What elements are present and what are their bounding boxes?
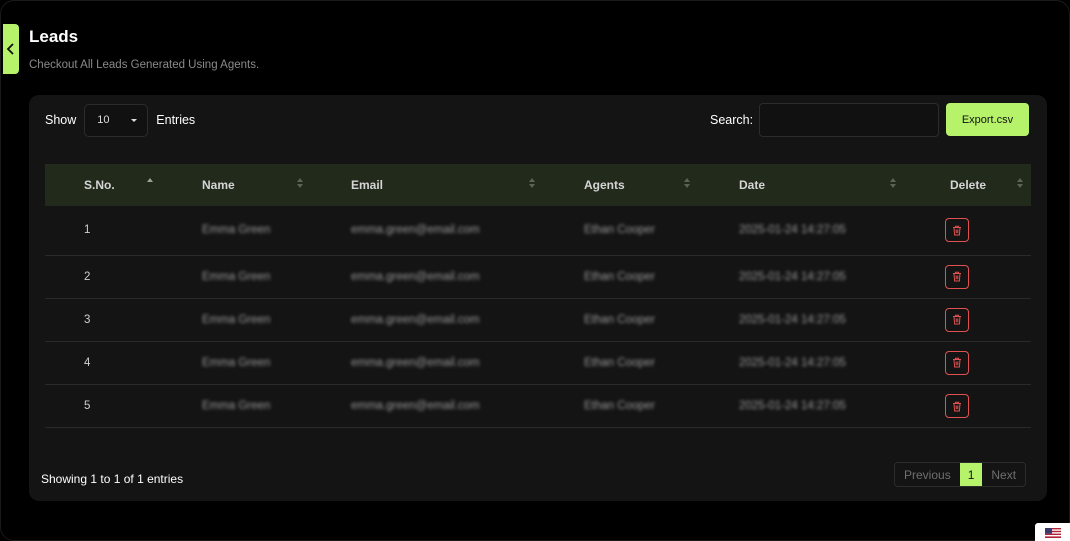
table-row: 2 Emma Green emma.green@email.com Ethan Coo… [45,255,1031,299]
table-header-row: S.No. Name Email Agents Date Delete [45,164,1031,206]
cell-date: 2025-01-24 14:27:05 [739,270,846,283]
column-header-label: Delete [950,178,987,192]
cell-date: 2025-01-24 14:27:05 [739,224,846,237]
cell-agent: Ethan Cooper [584,224,655,237]
cell-delete [945,206,1031,255]
column-header-label: S.No. [84,178,115,192]
sort-icon [147,178,153,188]
previous-page-button[interactable]: Previous [895,463,960,486]
sort-icon [684,178,690,188]
cell-sno: 4 [84,356,91,369]
delete-lead-button[interactable] [945,394,969,419]
delete-lead-button[interactable] [945,218,969,243]
page-title: Leads [29,27,79,46]
cell-delete [945,385,1031,428]
cell-delete [945,298,1031,341]
cell-agent: Ethan Cooper [584,270,655,283]
trash-icon [953,271,961,282]
page-subtitle: Checkout All Leads Generated Using Agent… [29,59,260,71]
leads-table-wrapper: S.No. Name Email Agents Date Delete 1 Em… [45,164,1031,428]
delete-lead-button[interactable] [945,350,969,375]
caret-down-icon [131,118,138,122]
trash-icon [953,314,961,325]
sort-icon [297,178,303,188]
column-header-label: Agents [584,178,625,192]
cell-name: Emma Green [202,313,271,326]
table-row: 1 Emma Green emma.green@email.com Ethan Coo… [45,206,1031,255]
cell-sno: 5 [84,400,91,413]
leads-table: S.No. Name Email Agents Date Delete 1 Em… [45,164,1031,428]
column-header-delete[interactable]: Delete [945,164,1031,206]
column-header-label: Date [739,178,766,192]
column-header-label: Name [202,178,235,192]
entries-label: Entries [156,113,196,127]
trash-icon [953,225,961,236]
cell-name: Emma Green [202,356,271,369]
cell-date: 2025-01-24 14:27:05 [739,313,846,326]
pagination: Previous 1 Next [894,462,1027,487]
cell-delete [945,255,1031,298]
cell-email: emma.green@email.com [351,400,480,413]
delete-lead-button[interactable] [945,264,969,289]
trash-icon [953,401,961,412]
search-label: Search: [710,113,754,127]
us-flag-icon [1045,527,1061,538]
sort-icon [1017,178,1023,188]
leads-card: Show 10 Entries Search: Export.csv S.No. [29,95,1047,501]
app-frame: Leads Checkout All Leads Generated Using… [0,0,1070,541]
table-row: 4 Emma Green emma.green@email.com Ethan Coo… [45,341,1031,385]
cell-name: Emma Green [202,400,271,413]
show-label: Show [45,113,77,127]
column-header-name[interactable]: Name [202,164,351,206]
page-button-current[interactable]: 1 [959,463,983,486]
sort-icon [529,178,535,188]
cell-date: 2025-01-24 14:27:05 [739,356,846,369]
column-header-date[interactable]: Date [739,164,945,206]
table-row: 3 Emma Green emma.green@email.com Ethan Coo… [45,298,1031,342]
cell-name: Emma Green [202,224,271,237]
cell-email: emma.green@email.com [351,224,480,237]
cell-sno: 2 [84,270,91,283]
cell-date: 2025-01-24 14:27:05 [739,400,846,413]
page-size-control: Show 10 Entries [45,103,195,137]
cell-email: emma.green@email.com [351,313,480,326]
language-selector[interactable] [1035,523,1070,541]
table-info: Showing 1 to 1 of 1 entries [41,472,184,486]
cell-agent: Ethan Cooper [584,356,655,369]
cell-email: emma.green@email.com [351,356,480,369]
cell-sno: 1 [84,224,91,237]
cell-delete [945,341,1031,384]
column-header-label: Email [351,178,384,192]
table-body: 1 Emma Green emma.green@email.com Ethan Coo… [45,206,1031,428]
page-size-value: 10 [97,114,110,126]
column-header-email[interactable]: Email [351,164,584,206]
sort-icon [890,178,896,188]
sidebar-collapse-button[interactable] [3,24,19,74]
cell-agent: Ethan Cooper [584,313,655,326]
page-size-select[interactable]: 10 [84,103,149,137]
column-header-sno[interactable]: S.No. [45,164,202,206]
trash-icon [953,358,961,368]
export-csv-button[interactable]: Export.csv [946,103,1029,136]
search-input[interactable] [759,103,940,137]
chevron-left-icon [6,43,14,55]
table-row: 5 Emma Green emma.green@email.com Ethan Coo… [45,385,1031,428]
cell-sno: 3 [84,313,91,326]
cell-name: Emma Green [202,270,271,283]
delete-lead-button[interactable] [945,307,969,332]
cell-email: emma.green@email.com [351,270,480,283]
column-header-agents[interactable]: Agents [584,164,739,206]
cell-agent: Ethan Cooper [584,400,655,413]
next-page-button[interactable]: Next [982,463,1026,486]
search-control: Search: [710,103,940,137]
